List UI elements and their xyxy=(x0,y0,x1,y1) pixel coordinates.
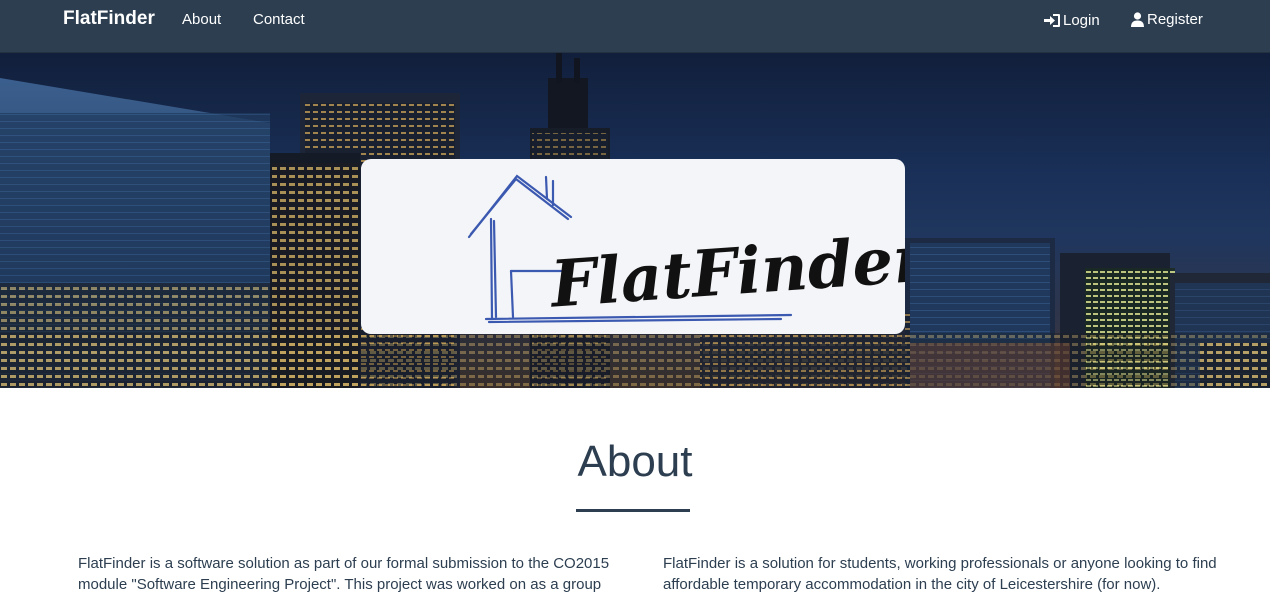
login-icon xyxy=(1044,13,1063,28)
login-label: Login xyxy=(1063,12,1100,29)
nav-contact-link[interactable]: Contact xyxy=(253,11,305,28)
flatfinder-logo: FlatFinder xyxy=(467,174,905,324)
brand-link[interactable]: FlatFinder xyxy=(63,8,155,30)
top-navbar: FlatFinder About Contact Login Register xyxy=(0,0,1270,53)
logo-wordmark: FlatFinder xyxy=(547,221,905,323)
nav-about-link[interactable]: About xyxy=(182,11,221,28)
register-label: Register xyxy=(1147,11,1203,28)
logo-card: FlatFinder xyxy=(361,159,905,334)
nav-register-link[interactable]: Register xyxy=(1130,11,1203,28)
user-icon xyxy=(1130,12,1147,27)
hero-banner: FlatFinder xyxy=(0,53,1270,388)
about-divider xyxy=(576,509,690,512)
about-paragraph-left: FlatFinder is a software solution as par… xyxy=(78,555,610,593)
nav-login-link[interactable]: Login xyxy=(1044,12,1100,29)
about-heading: About xyxy=(577,437,693,486)
about-paragraph-right: FlatFinder is a solution for students, w… xyxy=(663,555,1217,593)
